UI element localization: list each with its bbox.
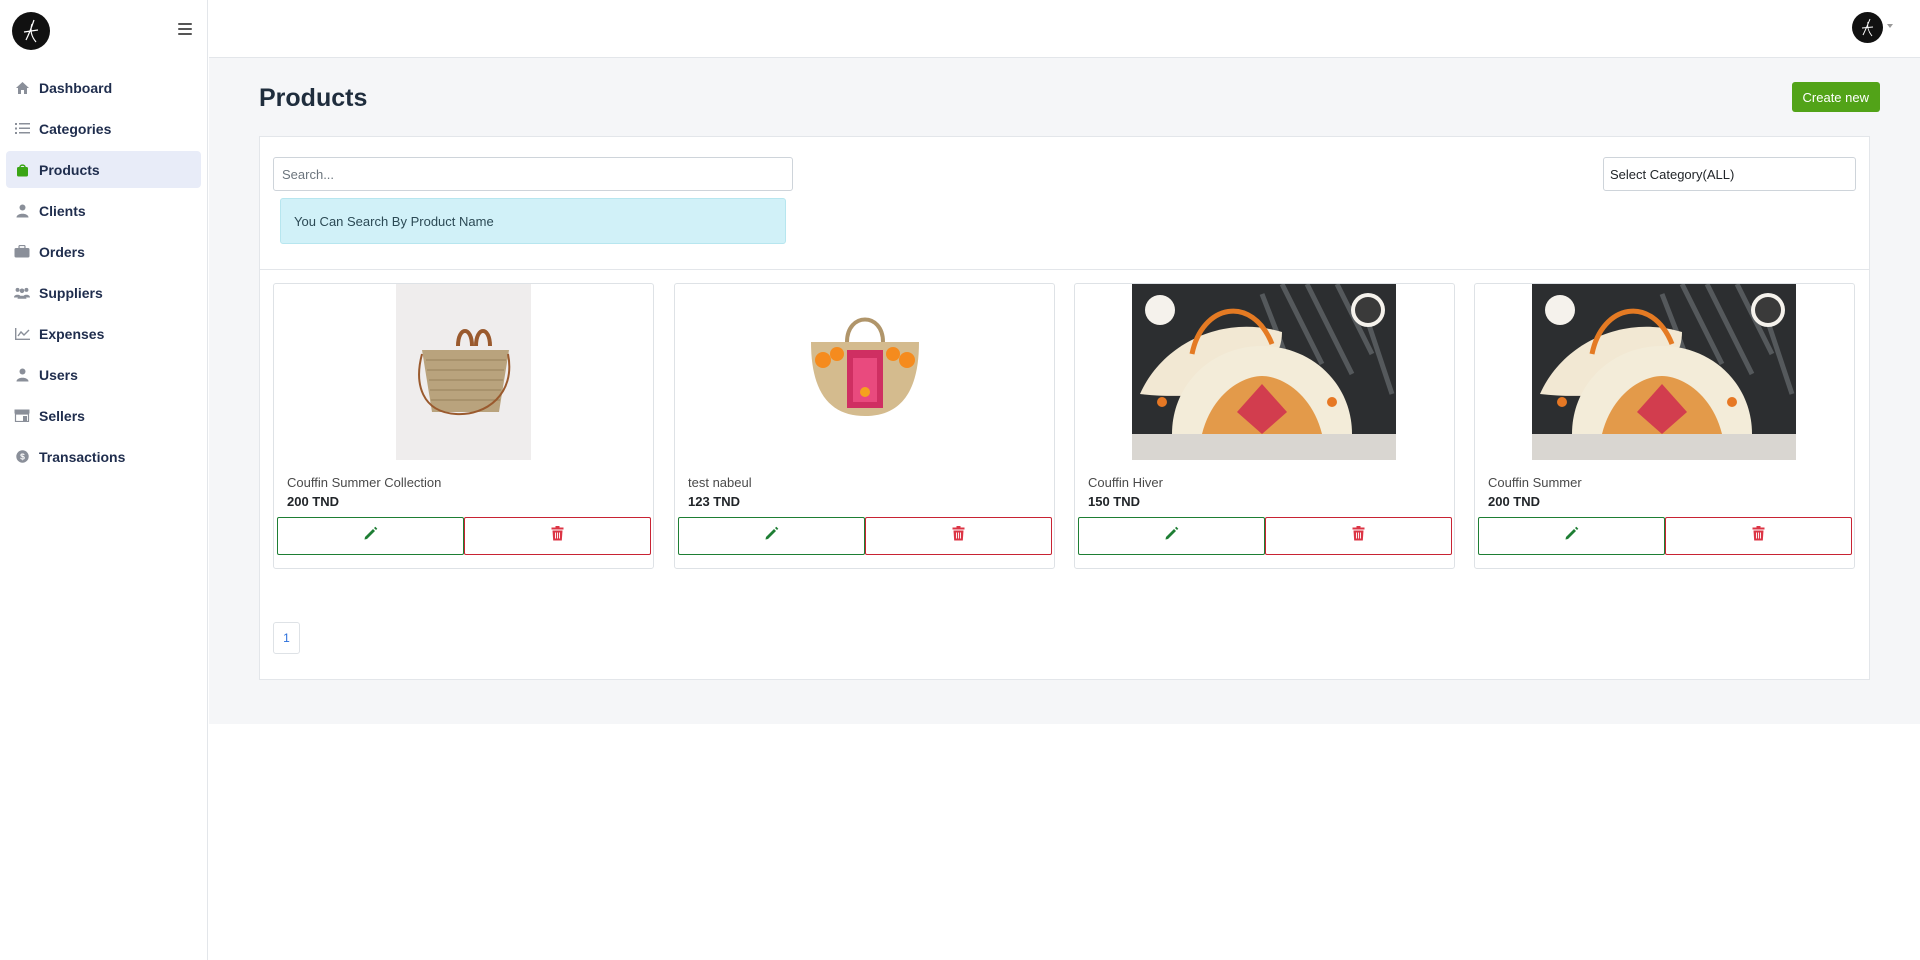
sidebar-nav: Dashboard Categories Products Clients Or… [6, 69, 201, 479]
divider [260, 269, 1869, 270]
home-icon [14, 80, 30, 96]
pencil-icon [363, 526, 378, 546]
edit-button[interactable] [277, 517, 464, 555]
sidebar-item-label: Transactions [39, 448, 126, 465]
svg-text:$: $ [20, 452, 25, 462]
product-price: 150 TND [1088, 494, 1141, 509]
product-price: 200 TND [287, 494, 340, 509]
product-card: test nabeul 123 TND [674, 283, 1055, 569]
shopping-bag-icon [14, 162, 30, 178]
delete-button[interactable] [464, 517, 651, 555]
product-price: 123 TND [688, 494, 741, 509]
sidebar-item-expenses[interactable]: Expenses [6, 315, 201, 352]
products-card: You Can Search By Product Name Select Ca… [259, 136, 1870, 680]
hamburger-icon[interactable] [178, 23, 192, 35]
sidebar-item-clients[interactable]: Clients [6, 192, 201, 229]
trash-icon [952, 526, 965, 546]
pagination-page-1[interactable]: 1 [273, 622, 300, 654]
product-image[interactable] [396, 284, 531, 460]
product-card: Couffin Summer 200 TND [1474, 283, 1855, 569]
product-image[interactable] [775, 284, 955, 460]
briefcase-icon [14, 244, 30, 260]
product-name: Couffin Summer Collection [287, 475, 442, 490]
product-name: Couffin Hiver [1088, 475, 1163, 490]
sidebar-item-label: Sellers [39, 407, 85, 424]
sidebar-item-label: Expenses [39, 325, 105, 342]
product-grid: Couffin Summer Collection 200 TND test n… [273, 283, 1858, 569]
users-icon [14, 285, 30, 301]
sidebar-item-label: Products [39, 161, 100, 178]
trash-icon [551, 526, 564, 546]
product-name: Couffin Summer [1488, 475, 1582, 490]
sidebar-item-label: Users [39, 366, 78, 383]
pencil-icon [764, 526, 779, 546]
dollar-circle-icon: $ [14, 449, 30, 465]
edit-button[interactable] [1478, 517, 1665, 555]
sidebar-item-products[interactable]: Products [6, 151, 201, 188]
sidebar-item-users[interactable]: Users [6, 356, 201, 393]
trash-icon [1352, 526, 1365, 546]
sidebar-item-label: Dashboard [39, 79, 113, 96]
delete-button[interactable] [865, 517, 1052, 555]
create-new-button[interactable]: Create new [1791, 82, 1880, 112]
list-icon [14, 121, 30, 137]
product-image[interactable] [1132, 284, 1396, 460]
sidebar-item-label: Categories [39, 120, 112, 137]
delete-button[interactable] [1265, 517, 1452, 555]
product-name: test nabeul [688, 475, 752, 490]
edit-button[interactable] [1078, 517, 1265, 555]
pencil-icon [1164, 526, 1179, 546]
sidebar-item-label: Suppliers [39, 284, 103, 301]
sidebar-item-categories[interactable]: Categories [6, 110, 201, 147]
chevron-down-icon[interactable] [1887, 24, 1893, 28]
product-image[interactable] [1532, 284, 1796, 460]
sidebar-item-suppliers[interactable]: Suppliers [6, 274, 201, 311]
product-card: Couffin Hiver 150 TND [1074, 283, 1455, 569]
logo[interactable] [12, 12, 50, 50]
product-card: Couffin Summer Collection 200 TND [273, 283, 654, 569]
sidebar-item-dashboard[interactable]: Dashboard [6, 69, 201, 106]
page-title: Products [259, 84, 368, 112]
pencil-icon [1564, 526, 1579, 546]
search-hint: You Can Search By Product Name [280, 198, 786, 244]
sidebar-item-orders[interactable]: Orders [6, 233, 201, 270]
user-icon [14, 367, 30, 383]
sidebar-item-label: Clients [39, 202, 86, 219]
sidebar: Dashboard Categories Products Clients Or… [0, 0, 208, 960]
user-avatar[interactable] [1852, 12, 1883, 43]
sidebar-item-label: Orders [39, 243, 85, 260]
sidebar-item-transactions[interactable]: $ Transactions [6, 438, 201, 475]
topbar [209, 0, 1920, 58]
edit-button[interactable] [678, 517, 865, 555]
product-price: 200 TND [1488, 494, 1541, 509]
delete-button[interactable] [1665, 517, 1852, 555]
search-input[interactable] [273, 157, 793, 191]
sidebar-item-sellers[interactable]: Sellers [6, 397, 201, 434]
trash-icon [1752, 526, 1765, 546]
category-select[interactable]: Select Category(ALL) [1603, 157, 1856, 191]
store-icon [14, 408, 30, 424]
chart-line-icon [14, 326, 30, 342]
user-icon [14, 203, 30, 219]
main-content: Products Create new You Can Search By Pr… [209, 58, 1920, 724]
